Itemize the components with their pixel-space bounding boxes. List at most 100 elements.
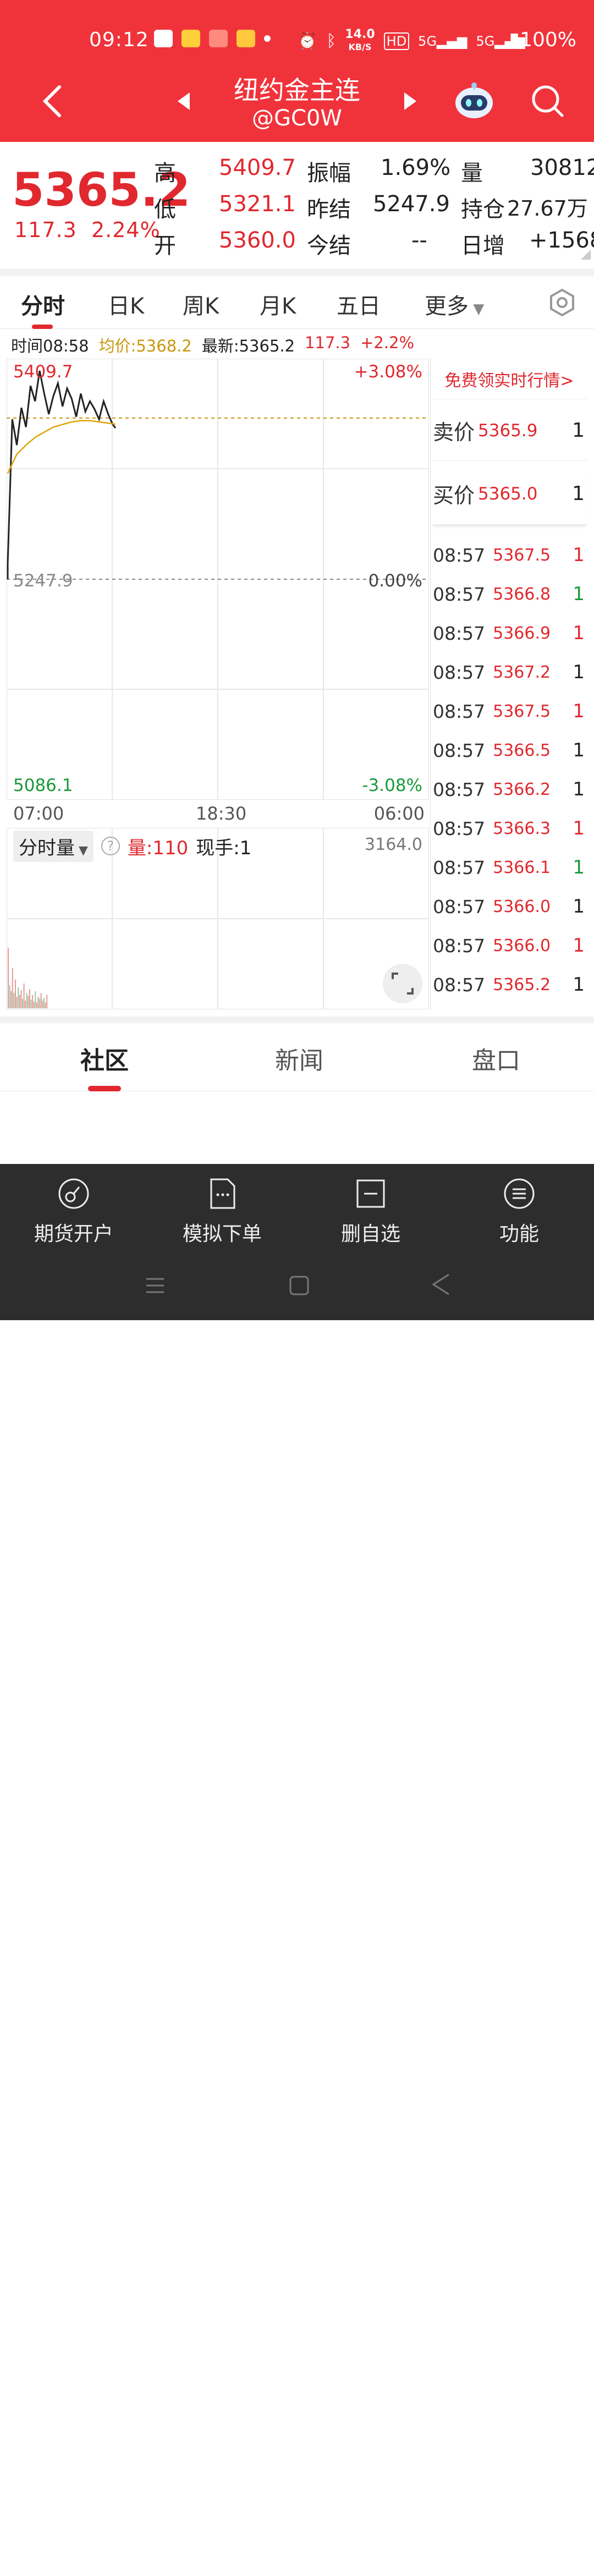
reader-app-icon — [237, 30, 255, 47]
simulated-order-button[interactable]: 模拟下单 — [162, 1177, 283, 1246]
section-divider — [0, 268, 594, 276]
next-contract-button[interactable] — [388, 79, 432, 123]
volume-bar — [23, 983, 25, 1008]
tick-time: 08:57 — [433, 896, 486, 918]
low-value: 5321.1 — [219, 191, 296, 217]
volume-bar — [35, 991, 36, 1008]
tick-row: 08:57 5366.3 1 — [431, 809, 588, 848]
info-avg-price: 均价:5368.2 — [98, 337, 192, 355]
x-axis-ticks: 07:00 18:30 06:00 — [13, 803, 425, 825]
tick-price: 5366.0 — [493, 897, 551, 916]
remove-watchlist-button[interactable]: 删自选 — [310, 1177, 431, 1246]
contract-code: @GC0W — [252, 106, 342, 131]
tab-five-day[interactable]: 五日 — [337, 288, 381, 320]
tick-qty: 1 — [573, 817, 585, 839]
open-value: 5360.0 — [219, 228, 296, 253]
shopping-app-icon — [182, 30, 200, 47]
buy-price-row: 买价 5365.0 1 — [431, 463, 588, 525]
alarm-icon: ⏰ — [297, 31, 318, 51]
tab-community[interactable]: 社区 — [22, 1041, 187, 1076]
volume-value: 量:110 — [127, 837, 189, 859]
simulated-order-label: 模拟下单 — [182, 1223, 262, 1245]
tick-row: 08:57 5366.5 1 — [431, 731, 588, 770]
realtime-quote-promo[interactable]: 免费领实时行情> — [431, 359, 588, 399]
chart-bottom-pct: -3.08% — [362, 776, 422, 795]
tick-qty: 1 — [573, 544, 585, 566]
chart-info-row: 时间08:58 均价:5368.2 最新:5365.2 117.3 +2.2% — [11, 333, 414, 355]
minus-box-icon — [356, 1179, 385, 1208]
high-value: 5409.7 — [219, 155, 296, 180]
intraday-price-chart[interactable]: 5409.7 +3.08% 5247.9 0.00% 5086.1 -3.08% — [7, 359, 429, 800]
volume-bar — [30, 999, 32, 1008]
tick-price: 5366.0 — [493, 936, 551, 955]
price-change: 117.3 2.24% — [14, 218, 161, 242]
open-account-button[interactable]: 期货开户 — [13, 1177, 134, 1246]
active-tab-indicator — [88, 1086, 121, 1091]
chart-mid-label: 5247.9 — [13, 571, 73, 591]
info-change: 117.3 — [305, 333, 351, 352]
home-icon[interactable] — [288, 1275, 310, 1297]
volume-bar — [46, 995, 48, 1008]
menu-icon[interactable] — [144, 1275, 166, 1297]
volume-bar — [26, 993, 28, 1008]
info-time: 时间08:58 — [11, 337, 89, 355]
tick-qty: 1 — [573, 583, 585, 605]
tab-more-label: 更多 — [425, 294, 469, 319]
volume-type-label: 分时量 — [19, 837, 75, 859]
tab-monthly-k[interactable]: 月K — [260, 288, 296, 320]
notification-icons — [154, 30, 271, 47]
tick-row: 08:57 5366.2 1 — [431, 770, 588, 809]
tab-weekly-k[interactable]: 周K — [183, 288, 219, 320]
volume-type-selector[interactable]: 分时量 ▼ — [13, 830, 94, 862]
tick-time: 08:57 — [433, 583, 486, 605]
fullscreen-button[interactable] — [383, 964, 422, 1003]
tab-daily-k[interactable]: 日K — [108, 288, 144, 320]
tab-intraday[interactable]: 分时 — [21, 288, 65, 320]
amplitude-label: 振幅 — [307, 161, 351, 186]
tick-time: 08:57 — [433, 856, 486, 878]
volume-bar — [9, 985, 10, 1008]
tick-row: 08:57 5367.2 1 — [431, 653, 588, 691]
functions-button[interactable]: 功能 — [459, 1177, 580, 1246]
help-icon[interactable]: ? — [101, 837, 120, 855]
volume-bar — [40, 993, 42, 1008]
tick-qty: 1 — [573, 739, 585, 761]
today-settle-value: -- — [411, 228, 427, 253]
settings-icon[interactable] — [548, 288, 576, 317]
tab-news[interactable]: 新闻 — [217, 1041, 382, 1076]
robot-assistant-button[interactable] — [452, 79, 496, 123]
back-nav-icon[interactable] — [430, 1272, 452, 1297]
amplitude-value: 1.69% — [381, 155, 451, 180]
volume-bar — [28, 996, 29, 1008]
tick-price: 5365.2 — [493, 975, 551, 995]
tick-row: 08:57 5366.0 1 — [431, 926, 588, 965]
x-tick: 07:00 — [13, 803, 64, 824]
volume-bar — [20, 990, 22, 1008]
hd-icon: HD — [383, 32, 410, 50]
tick-time: 08:57 — [433, 700, 486, 722]
volume-bar — [43, 997, 45, 1008]
current-hand: 现手:1 — [196, 837, 252, 859]
tick-row: 08:57 5366.8 1 — [431, 575, 588, 613]
tick-time: 08:57 — [433, 739, 486, 761]
watermark: 头条 @特别关注热点聚焦 — [394, 2556, 581, 2575]
volume-value: 30812 — [530, 155, 594, 180]
search-button[interactable] — [526, 79, 570, 123]
tick-qty: 1 — [573, 622, 585, 644]
account-icon — [58, 1178, 89, 1209]
chart-bottom-label: 5086.1 — [13, 776, 73, 795]
tab-order-book[interactable]: 盘口 — [414, 1041, 579, 1076]
battery-level: 100% — [520, 29, 576, 51]
order-book-panel: 免费领实时行情> 卖价 5365.9 1 买价 5365.0 1 08:57 53… — [430, 359, 588, 1009]
volume-header: 分时量 ▼ ? 量:110 现手:1 — [13, 830, 252, 862]
today-settle-label: 今结 — [307, 233, 351, 259]
volume-bar — [18, 987, 19, 1008]
x-tick: 06:00 — [373, 803, 425, 824]
sell-label: 卖价 — [433, 420, 475, 444]
corner-expand-icon[interactable] — [581, 250, 591, 260]
volume-max-label: 3164.0 — [365, 835, 422, 854]
tick-price: 5367.5 — [493, 701, 551, 721]
video-app-icon — [209, 30, 228, 47]
tab-more[interactable]: 更多 ▼ — [425, 288, 484, 320]
tick-qty: 1 — [573, 700, 585, 722]
